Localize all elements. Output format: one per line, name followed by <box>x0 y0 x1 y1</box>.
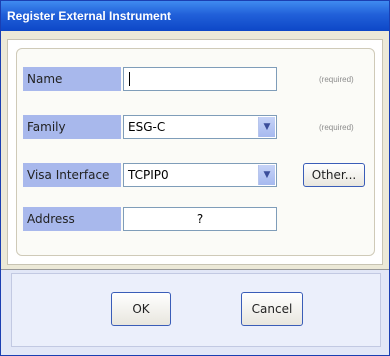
visa-interface-value: TCPIP0 <box>128 168 169 182</box>
name-input[interactable] <box>123 67 277 91</box>
text-cursor <box>129 72 130 86</box>
title-bar[interactable]: Register External Instrument <box>1 1 389 31</box>
family-select[interactable]: ESG-C ▼ <box>123 115 277 139</box>
address-input[interactable]: ? <box>123 207 277 231</box>
cancel-button[interactable]: Cancel <box>241 292 303 326</box>
family-value: ESG-C <box>128 120 166 134</box>
family-label: Family <box>23 115 121 139</box>
visa-interface-label: Visa Interface <box>23 163 121 187</box>
ok-button[interactable]: OK <box>111 292 171 326</box>
family-required-hint: (required) <box>319 123 354 132</box>
name-required-hint: (required) <box>319 75 354 84</box>
register-instrument-dialog: Register External Instrument Name (requi… <box>0 0 390 356</box>
button-panel <box>11 273 381 347</box>
name-label: Name <box>23 67 121 91</box>
button-bar <box>1 270 389 355</box>
dialog-title: Register External Instrument <box>7 9 172 23</box>
visa-interface-select[interactable]: TCPIP0 ▼ <box>123 163 277 187</box>
chevron-down-icon[interactable]: ▼ <box>258 117 275 137</box>
address-value: ? <box>196 212 204 226</box>
other-button[interactable]: Other... <box>303 163 365 187</box>
address-label: Address <box>23 207 121 231</box>
chevron-down-icon[interactable]: ▼ <box>258 165 275 185</box>
